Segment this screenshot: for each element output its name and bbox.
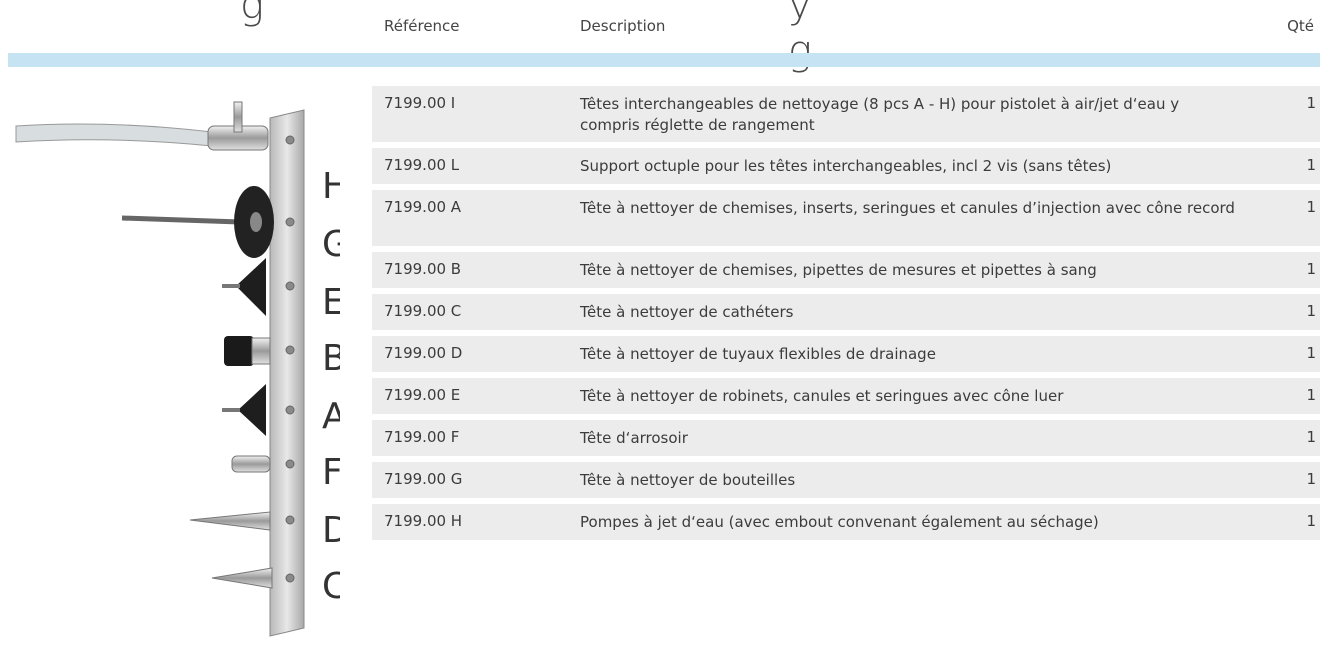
table-row: 7199.00 I Têtes interchangeables de nett… [372, 86, 1320, 142]
letter-g: G [322, 224, 340, 265]
row-description: Tête à nettoyer de robinets, canules et … [580, 387, 1064, 405]
row-quantity: 1 [1306, 260, 1316, 278]
table-row: 7199.00 H Pompes à jet d‘eau (avec embou… [372, 504, 1320, 540]
letter-f: F [322, 452, 340, 493]
title-fragment-left: g [240, 0, 266, 28]
table-row: 7199.00 D Tête à nettoyer de tuyaux flex… [372, 336, 1320, 372]
row-description: Tête à nettoyer de cathéters [580, 303, 794, 321]
row-description: Support octuple pour les têtes interchan… [580, 157, 1112, 175]
row-description: Têtes interchangeables de nettoyage (8 p… [580, 95, 1180, 134]
hose [15, 123, 213, 147]
row-reference: 7199.00 F [384, 428, 460, 446]
row-description: Pompes à jet d‘eau (avec embout convenan… [580, 513, 1099, 531]
column-header-quantity: Qté [1287, 17, 1314, 35]
row-reference: 7199.00 C [384, 302, 462, 320]
letter-d: D [322, 510, 340, 551]
header-color-band [8, 53, 1320, 67]
row-reference: 7199.00 B [384, 260, 462, 278]
row-quantity: 1 [1306, 156, 1316, 174]
table-row: 7199.00 A Tête à nettoyer de chemises, i… [372, 190, 1320, 246]
row-quantity: 1 [1306, 302, 1316, 320]
head-a [238, 384, 266, 436]
row-quantity: 1 [1306, 470, 1316, 488]
mounting-rail [269, 109, 305, 637]
table-row: 7199.00 C Tête à nettoyer de cathéters 1 [372, 294, 1320, 330]
column-header-description: Description [580, 17, 666, 35]
head-d [189, 511, 271, 531]
letter-c: C [322, 566, 340, 607]
letter-h: H [322, 166, 340, 207]
column-header-reference: Référence [384, 17, 460, 35]
letter-e: E [322, 282, 340, 323]
row-description: Tête à nettoyer de tuyaux flexibles de d… [580, 345, 936, 363]
head-c [211, 567, 273, 589]
letter-a: A [322, 396, 340, 437]
row-reference: 7199.00 D [384, 344, 463, 362]
row-reference: 7199.00 H [384, 512, 463, 530]
table-row: 7199.00 F Tête d‘arrosoir 1 [372, 420, 1320, 456]
head-e [236, 258, 266, 316]
head-b [224, 336, 254, 366]
row-quantity: 1 [1306, 428, 1316, 446]
product-illustration: H G E B A F D C [15, 101, 340, 637]
letter-b: B [322, 338, 340, 379]
head-f [231, 455, 271, 473]
row-quantity: 1 [1306, 512, 1316, 530]
row-quantity: 1 [1306, 198, 1316, 216]
table-row: 7199.00 L Support octuple pour les têtes… [372, 148, 1320, 184]
row-reference: 7199.00 L [384, 156, 460, 174]
row-reference: 7199.00 I [384, 94, 456, 112]
row-quantity: 1 [1306, 94, 1316, 112]
table-row: 7199.00 E Tête à nettoyer de robinets, c… [372, 378, 1320, 414]
row-quantity: 1 [1306, 344, 1316, 362]
row-description: Tête à nettoyer de chemises, pipettes de… [580, 261, 1097, 279]
row-description: Tête à nettoyer de chemises, inserts, se… [580, 199, 1235, 217]
table-row: 7199.00 B Tête à nettoyer de chemises, p… [372, 252, 1320, 288]
product-table: 7199.00 I Têtes interchangeables de nett… [372, 86, 1320, 546]
row-quantity: 1 [1306, 386, 1316, 404]
row-description: Tête d‘arrosoir [580, 429, 688, 447]
table-row: 7199.00 G Tête à nettoyer de bouteilles … [372, 462, 1320, 498]
row-reference: 7199.00 E [384, 386, 461, 404]
row-description: Tête à nettoyer de bouteilles [580, 471, 796, 489]
row-reference: 7199.00 G [384, 470, 463, 488]
row-reference: 7199.00 A [384, 198, 462, 216]
